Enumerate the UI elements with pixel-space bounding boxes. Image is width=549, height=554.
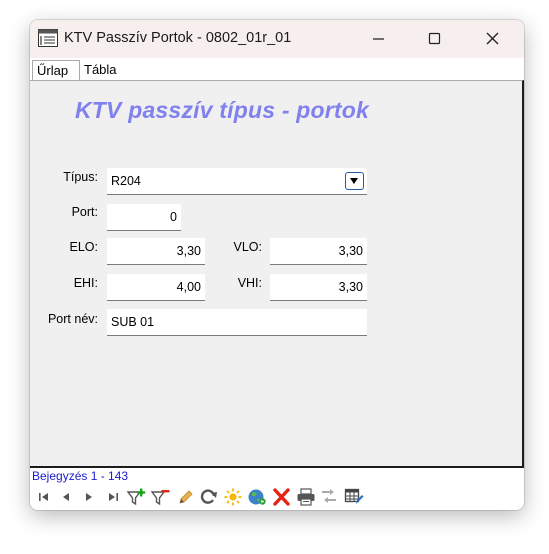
- port-field[interactable]: 0: [107, 204, 181, 231]
- close-icon: [486, 32, 499, 45]
- port-nev-label: Port név:: [47, 312, 98, 326]
- refresh-icon[interactable]: [199, 488, 219, 506]
- window-title: KTV Passzív Portok - 0802_01r_01: [64, 30, 292, 46]
- export-icon[interactable]: [320, 488, 340, 506]
- print-icon[interactable]: [296, 488, 316, 506]
- ehi-field[interactable]: 4,00: [107, 274, 205, 301]
- vhi-label: VHI:: [237, 276, 262, 290]
- last-record-icon[interactable]: [103, 488, 123, 506]
- tipus-label: Típus:: [63, 170, 98, 184]
- first-record-icon[interactable]: [34, 488, 54, 506]
- maximize-button[interactable]: [411, 20, 457, 58]
- maximize-icon: [428, 32, 441, 45]
- edit-pencil-icon[interactable]: [176, 488, 196, 506]
- port-label: Port:: [71, 205, 98, 219]
- tab-form[interactable]: Űrlap: [32, 60, 80, 80]
- minimize-icon: [373, 38, 384, 40]
- table-settings-icon[interactable]: [344, 488, 364, 506]
- next-record-icon[interactable]: [79, 488, 99, 506]
- tipus-dropdown-button[interactable]: [345, 172, 364, 190]
- form-heading: KTV passzív típus - portok: [75, 97, 370, 123]
- web-globe-icon[interactable]: [247, 488, 267, 506]
- delete-icon[interactable]: [272, 488, 292, 506]
- navigation-toolbar: [30, 484, 524, 510]
- elo-field[interactable]: 3,30: [107, 238, 205, 265]
- record-status: Bejegyzés 1 - 143: [30, 468, 524, 484]
- vhi-field[interactable]: 3,30: [270, 274, 367, 301]
- app-window: KTV Passzív Portok - 0802_01r_01 Űrlap T…: [30, 20, 524, 510]
- tipus-combobox[interactable]: R204: [107, 168, 367, 195]
- add-filter-icon[interactable]: [126, 488, 146, 506]
- tab-bar: Űrlap Tábla: [30, 58, 524, 80]
- tab-table[interactable]: Tábla: [80, 60, 126, 80]
- form-app-icon: [38, 29, 58, 47]
- tipus-value: R204: [111, 174, 141, 188]
- dropdown-arrow-icon: [350, 178, 358, 184]
- previous-record-icon[interactable]: [56, 488, 76, 506]
- vlo-label: VLO:: [233, 240, 263, 254]
- minimize-button[interactable]: [355, 20, 401, 58]
- elo-label: ELO:: [69, 240, 99, 254]
- form-panel: KTV passzív típus - portok Típus: R204 P…: [30, 80, 524, 468]
- close-button[interactable]: [470, 20, 516, 58]
- new-record-icon[interactable]: [223, 488, 243, 506]
- port-nev-field[interactable]: SUB 01: [107, 309, 367, 336]
- vlo-field[interactable]: 3,30: [270, 238, 367, 265]
- title-bar[interactable]: KTV Passzív Portok - 0802_01r_01: [30, 20, 524, 58]
- remove-filter-icon[interactable]: [150, 488, 170, 506]
- ehi-label: EHI:: [73, 276, 98, 290]
